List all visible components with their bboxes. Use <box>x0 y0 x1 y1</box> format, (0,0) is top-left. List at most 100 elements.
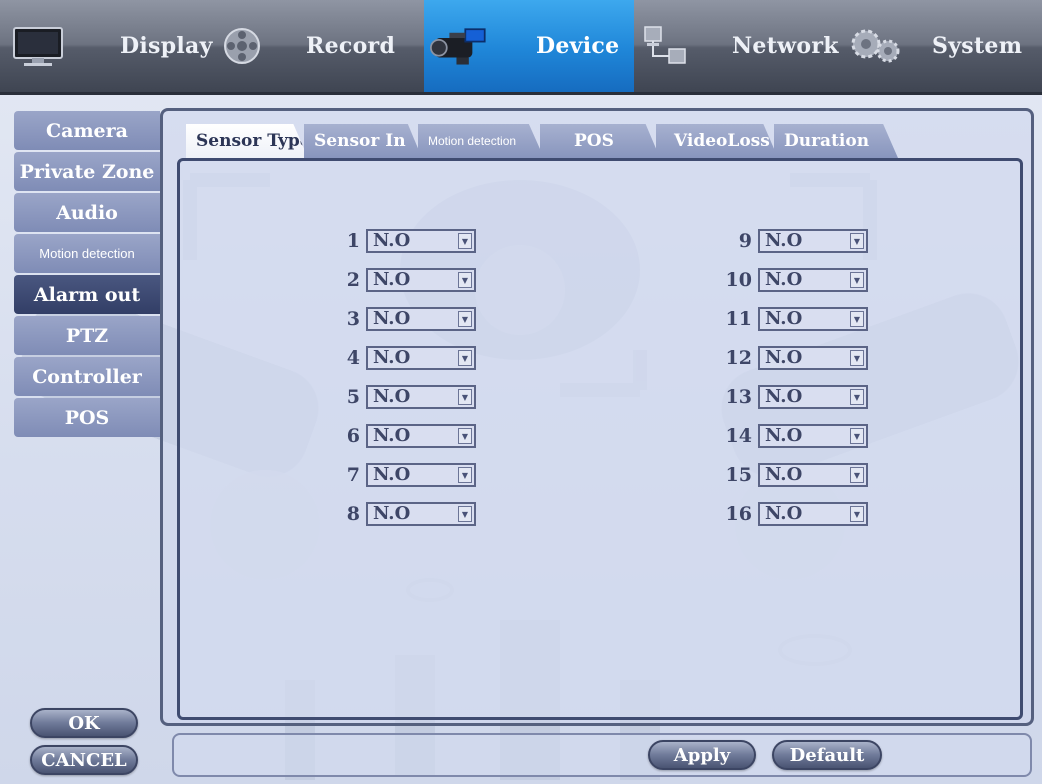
top-nav-bar: Display Record Device Network System <box>0 0 1042 95</box>
sensor-type-value: N.O <box>373 464 411 485</box>
sensor-number: 4 <box>346 347 360 369</box>
nav-tab-system[interactable]: System <box>846 0 1042 92</box>
sensor-type-select[interactable]: N.O ▼ <box>758 424 868 448</box>
sensor-number: 6 <box>346 425 360 447</box>
video-camera-icon <box>430 21 490 71</box>
nav-tab-display[interactable]: Display <box>8 0 220 92</box>
sensor-type-select[interactable]: N.O ▼ <box>366 385 476 409</box>
dropdown-arrow-icon[interactable]: ▼ <box>850 467 864 483</box>
sensor-number: 13 <box>725 386 752 408</box>
sensor-type-select[interactable]: N.O ▼ <box>366 463 476 487</box>
side-menu-item-private-zone[interactable]: Private Zone <box>14 152 160 191</box>
sensor-number: 3 <box>346 308 360 330</box>
tab-motion-detection[interactable]: Motion detection <box>418 124 544 158</box>
film-reel-icon <box>212 21 272 71</box>
sensor-row: 12 N.O ▼ <box>718 346 868 370</box>
sensor-type-value: N.O <box>765 503 803 524</box>
dropdown-arrow-icon[interactable]: ▼ <box>458 311 472 327</box>
sensor-type-value: N.O <box>765 308 803 329</box>
sensor-type-select[interactable]: N.O ▼ <box>758 463 868 487</box>
sensor-type-select[interactable]: N.O ▼ <box>366 502 476 526</box>
default-button[interactable]: Default <box>772 740 882 770</box>
sensor-type-content: 1 N.O ▼ 2 N.O ▼ 3 N.O ▼ 4 N.O ▼ 5 N.O ▼ <box>177 158 1023 720</box>
sensor-type-value: N.O <box>373 347 411 368</box>
apply-button[interactable]: Apply <box>648 740 756 770</box>
sensor-type-select[interactable]: N.O ▼ <box>366 346 476 370</box>
sensor-number: 15 <box>725 464 752 486</box>
sensor-number: 14 <box>725 425 752 447</box>
dropdown-arrow-icon[interactable]: ▼ <box>850 272 864 288</box>
sensor-type-select[interactable]: N.O ▼ <box>758 385 868 409</box>
dropdown-arrow-icon[interactable]: ▼ <box>458 389 472 405</box>
tab-sensor-type[interactable]: Sensor Type <box>186 124 308 158</box>
sensor-row: 3 N.O ▼ <box>326 307 476 331</box>
dropdown-arrow-icon[interactable]: ▼ <box>850 506 864 522</box>
sensor-number: 8 <box>346 503 360 525</box>
sensor-type-select[interactable]: N.O ▼ <box>758 346 868 370</box>
sensor-type-value: N.O <box>765 464 803 485</box>
dropdown-arrow-icon[interactable]: ▼ <box>850 428 864 444</box>
nav-tab-network[interactable]: Network <box>636 0 846 92</box>
sensor-type-select[interactable]: N.O ▼ <box>366 229 476 253</box>
dropdown-arrow-icon[interactable]: ▼ <box>850 350 864 366</box>
dropdown-arrow-icon[interactable]: ▼ <box>850 311 864 327</box>
sensor-row: 8 N.O ▼ <box>326 502 476 526</box>
sensor-type-select[interactable]: N.O ▼ <box>366 307 476 331</box>
sensor-number: 9 <box>738 230 752 252</box>
ok-button[interactable]: OK <box>30 708 138 738</box>
dropdown-arrow-icon[interactable]: ▼ <box>850 389 864 405</box>
sensor-type-select[interactable]: N.O ▼ <box>366 424 476 448</box>
sensor-number: 2 <box>346 269 360 291</box>
nav-tab-device[interactable]: Device <box>424 0 634 92</box>
sensor-row: 7 N.O ▼ <box>326 463 476 487</box>
sensor-type-value: N.O <box>373 386 411 407</box>
dropdown-arrow-icon[interactable]: ▼ <box>458 506 472 522</box>
side-menu-item-ptz[interactable]: PTZ <box>14 316 160 355</box>
sensor-row: 6 N.O ▼ <box>326 424 476 448</box>
sensor-number: 7 <box>346 464 360 486</box>
tab-pos[interactable]: POS <box>540 124 660 158</box>
monitor-icon <box>8 21 68 71</box>
dropdown-arrow-icon[interactable]: ▼ <box>850 233 864 249</box>
sensor-type-select[interactable]: N.O ▼ <box>758 229 868 253</box>
side-menu-item-motion-detection[interactable]: Motion detection <box>14 234 160 273</box>
sensor-type-value: N.O <box>765 386 803 407</box>
sensor-type-value: N.O <box>373 230 411 251</box>
sensor-row: 1 N.O ▼ <box>326 229 476 253</box>
side-menu-item-alarm-out[interactable]: Alarm out <box>14 275 160 314</box>
tab-sensor-in[interactable]: Sensor In <box>304 124 422 158</box>
sensor-row: 15 N.O ▼ <box>718 463 868 487</box>
side-menu-item-camera[interactable]: Camera <box>14 111 160 150</box>
side-menu-item-audio[interactable]: Audio <box>14 193 160 232</box>
dropdown-arrow-icon[interactable]: ▼ <box>458 272 472 288</box>
nav-tab-record[interactable]: Record <box>212 0 426 92</box>
sensor-row: 10 N.O ▼ <box>718 268 868 292</box>
side-menu-item-controller[interactable]: Controller <box>14 357 160 396</box>
sensor-number: 10 <box>725 269 752 291</box>
side-menu-item-pos[interactable]: POS <box>14 398 160 437</box>
dropdown-arrow-icon[interactable]: ▼ <box>458 350 472 366</box>
cancel-button[interactable]: CANCEL <box>30 745 138 775</box>
dropdown-arrow-icon[interactable]: ▼ <box>458 428 472 444</box>
nav-tab-record-label: Record <box>306 33 396 59</box>
sensor-row: 4 N.O ▼ <box>326 346 476 370</box>
sensor-row: 14 N.O ▼ <box>718 424 868 448</box>
dropdown-arrow-icon[interactable]: ▼ <box>458 467 472 483</box>
dropdown-arrow-icon[interactable]: ▼ <box>458 233 472 249</box>
side-menu: Camera Private Zone Audio Motion detecti… <box>14 111 160 439</box>
sensor-row: 2 N.O ▼ <box>326 268 476 292</box>
bottom-action-bar <box>172 733 1032 777</box>
sensor-row: 16 N.O ▼ <box>718 502 868 526</box>
sensor-type-value: N.O <box>765 269 803 290</box>
tab-videoloss[interactable]: VideoLoss <box>656 124 778 158</box>
sensor-type-value: N.O <box>373 308 411 329</box>
sensor-type-select[interactable]: N.O ▼ <box>758 502 868 526</box>
sensor-type-select[interactable]: N.O ▼ <box>366 268 476 292</box>
sensor-type-value: N.O <box>765 425 803 446</box>
tab-duration[interactable]: Duration <box>774 124 898 158</box>
sensor-row: 5 N.O ▼ <box>326 385 476 409</box>
sensor-type-select[interactable]: N.O ▼ <box>758 268 868 292</box>
sensor-type-select[interactable]: N.O ▼ <box>758 307 868 331</box>
nav-tab-display-label: Display <box>120 33 213 59</box>
sensor-type-value: N.O <box>373 425 411 446</box>
